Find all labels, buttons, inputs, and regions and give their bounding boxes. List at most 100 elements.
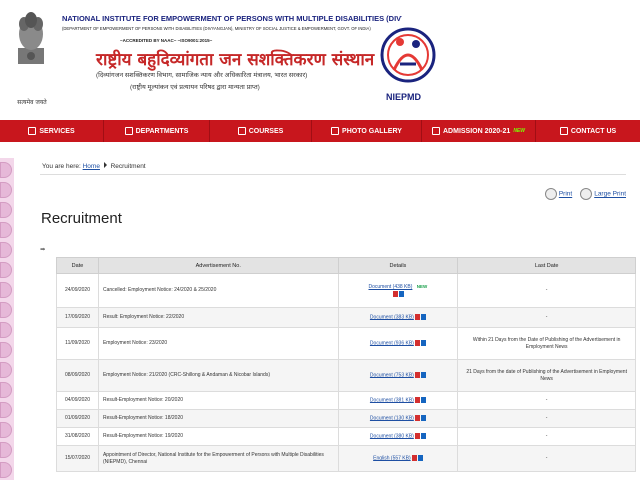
download-icon[interactable] <box>398 290 404 297</box>
table-header-row: Date Advertisement No. Details Last Date <box>56 257 636 274</box>
institute-title: NATIONAL INSTITUTE FOR EMPOWERMENT OF PE… <box>62 14 402 23</box>
download-icon[interactable] <box>420 371 426 378</box>
nav-label: DEPARTMENTS <box>135 127 189 135</box>
download-icon[interactable] <box>420 313 426 320</box>
download-icon[interactable] <box>420 414 426 421</box>
rail-tab[interactable] <box>0 382 12 398</box>
table-row: 11/09/2020 Employment Notice: 23/2020 Do… <box>56 327 636 360</box>
cell-details: Document (936 KB) <box>337 327 459 360</box>
cell-adv: Result-Employment Notice: 20/2020 <box>97 391 339 410</box>
table-row: 15/07/2020 Appointment of Director, Nati… <box>56 445 636 472</box>
cell-details: Document (753 KB) <box>337 359 459 392</box>
print-links: Print Large Print <box>544 188 626 200</box>
rail-tab[interactable] <box>0 362 12 378</box>
nav-label: CONTACT US <box>570 127 617 135</box>
pdf-icon <box>414 339 420 346</box>
breadcrumb-prefix: You are here: <box>42 163 81 170</box>
rail-tab[interactable] <box>0 162 12 178</box>
download-icon[interactable] <box>420 432 426 439</box>
cell-date: 04/09/2020 <box>56 391 99 410</box>
cell-adv: Employment Notice: 21/2020 (CRC-Shillong… <box>97 359 339 392</box>
cell-adv: Result: Employment Notice: 22/2020 <box>97 307 339 328</box>
rail-tab[interactable] <box>0 422 12 438</box>
large-print-icon <box>580 188 593 200</box>
nav-item-services[interactable]: SERVICES <box>0 120 104 142</box>
institute-subtitle: (DEPARTMENT OF EMPOWERMENT OF PERSONS WI… <box>62 26 371 31</box>
cell-date: 11/09/2020 <box>56 327 99 360</box>
rail-tab[interactable] <box>0 222 12 238</box>
cell-adv: Cancelled: Employment Notice: 24/2020 & … <box>97 273 339 308</box>
cell-details: Document (383 KB) <box>337 307 459 328</box>
breadcrumb-home-link[interactable]: Home <box>83 163 100 170</box>
rail-tab[interactable] <box>0 262 12 278</box>
large-print-button[interactable]: Large Print <box>580 188 626 200</box>
divider <box>40 174 626 175</box>
rail-tab[interactable] <box>0 402 12 418</box>
download-icon[interactable] <box>420 396 426 403</box>
new-badge: NEW <box>513 128 525 134</box>
departments-icon <box>124 127 133 135</box>
hindi-subtitle-2: (राष्ट्रीय मूल्यांकन एवं प्रत्यायन परिषद… <box>130 84 260 91</box>
main-content: You are here: Home Recruitment Print Lar… <box>26 142 640 480</box>
document-link[interactable]: Document (130 KB) <box>370 415 414 421</box>
courses-icon <box>237 127 246 135</box>
recruitment-table: Date Advertisement No. Details Last Date… <box>56 257 636 472</box>
document-link[interactable]: Document (753 KB) <box>370 372 414 378</box>
cell-last-date: Within 21 Days from the Date of Publishi… <box>457 327 636 360</box>
pdf-icon <box>414 414 420 421</box>
nav-item-photo-gallery[interactable]: PHOTO GALLERY <box>312 120 422 142</box>
document-link[interactable]: Document (380 KB) <box>370 433 414 439</box>
pdf-icon <box>392 290 398 297</box>
cell-adv: Employment Notice: 23/2020 <box>97 327 339 360</box>
emblem-motto: सत्यमेव जयते <box>17 99 47 106</box>
cell-last-date: - <box>457 445 636 472</box>
rail-tab[interactable] <box>0 242 12 258</box>
nav-item-departments[interactable]: DEPARTMENTS <box>104 120 210 142</box>
nav-item-admission[interactable]: ADMISSION 2020-21 NEW <box>422 120 536 142</box>
left-side-rail <box>0 158 14 480</box>
document-link[interactable]: Document (936 KB) <box>370 340 414 346</box>
rail-tab[interactable] <box>0 322 12 338</box>
gallery-icon <box>331 127 340 135</box>
page-title: Recruitment <box>41 210 122 227</box>
download-icon[interactable] <box>420 339 426 346</box>
col-header-date: Date <box>56 257 99 274</box>
cell-adv: Appointment of Director, National Instit… <box>97 445 339 472</box>
cell-last-date: - <box>457 391 636 410</box>
cell-details: Document (381 KB) <box>337 391 459 410</box>
nav-item-courses[interactable]: COURSES <box>210 120 312 142</box>
print-button[interactable]: Print <box>544 188 572 200</box>
cell-details: Document (380 KB) <box>337 427 459 446</box>
document-link[interactable]: Document (381 KB) <box>370 397 414 403</box>
document-link[interactable]: English (557 KB) <box>373 455 411 461</box>
nav-label: ADMISSION 2020-21 <box>443 127 511 135</box>
breadcrumb-arrow-icon <box>103 162 107 168</box>
rail-tab[interactable] <box>0 442 12 458</box>
breadcrumb: You are here: Home Recruitment <box>42 162 146 170</box>
cell-last-date: - <box>457 409 636 428</box>
niepmd-logo-icon[interactable] <box>378 20 438 90</box>
nav-label: COURSES <box>248 127 284 135</box>
admission-icon <box>432 127 440 135</box>
rail-tab[interactable] <box>0 302 12 318</box>
cell-date: 17/09/2020 <box>56 307 99 328</box>
main-nav: SERVICES DEPARTMENTS COURSES PHOTO GALLE… <box>0 120 640 142</box>
table-row: 08/09/2020 Employment Notice: 21/2020 (C… <box>56 359 636 392</box>
rail-tab[interactable] <box>0 342 12 358</box>
document-link[interactable]: Document (438 KB) <box>368 284 412 290</box>
pdf-icon <box>414 396 420 403</box>
table-row: 04/09/2020 Result-Employment Notice: 20/… <box>56 391 636 410</box>
rail-tab[interactable] <box>0 202 12 218</box>
nav-label: PHOTO GALLERY <box>342 127 402 135</box>
cell-details: English (557 KB) <box>337 445 459 472</box>
document-link[interactable]: Document (383 KB) <box>370 314 414 320</box>
download-icon[interactable] <box>417 454 423 461</box>
rail-tab[interactable] <box>0 462 12 478</box>
rail-tab[interactable] <box>0 282 12 298</box>
national-emblem-icon <box>18 12 44 64</box>
table-row: 17/09/2020 Result: Employment Notice: 22… <box>56 307 636 328</box>
cell-date: 24/09/2020 <box>56 273 99 308</box>
hindi-title: राष्ट्रीय बहुदिव्यांगता जन सशक्तिकरण संस… <box>96 50 375 70</box>
rail-tab[interactable] <box>0 182 12 198</box>
nav-item-contact-us[interactable]: CONTACT US <box>536 120 640 142</box>
